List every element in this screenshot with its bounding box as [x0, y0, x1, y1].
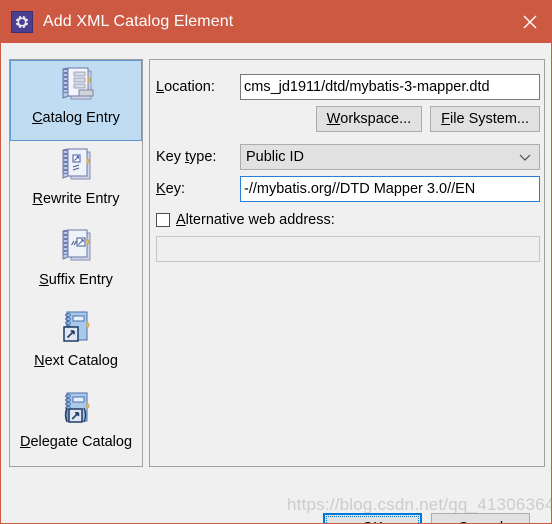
sidebar-item-delegate-catalog[interactable]: Delegate Catalog: [10, 384, 142, 465]
sidebar-item-label: Delegate Catalog: [19, 434, 133, 450]
focus-ring: [326, 516, 419, 523]
key-type-select[interactable]: Public ID: [240, 144, 540, 170]
key-input[interactable]: [240, 176, 540, 202]
dialog-footer: OK Cancel: [1, 479, 551, 524]
gear-icon: [11, 11, 33, 33]
sidebar-item-catalog-entry[interactable]: Catalog Entry: [10, 60, 142, 141]
alternative-web-address-label: Alternative web address:: [176, 212, 335, 228]
sidebar-item-label: Rewrite Entry: [32, 191, 120, 207]
key-type-selected-value: Public ID: [246, 149, 305, 165]
location-input[interactable]: [240, 74, 540, 100]
window-title: Add XML Catalog Element: [43, 13, 234, 30]
chevron-down-icon: [519, 154, 531, 161]
add-xml-catalog-element-dialog: Add XML Catalog Element Catalog Entry Re…: [0, 0, 552, 524]
key-row: Key:: [156, 176, 540, 202]
titlebar: Add XML Catalog Element: [1, 1, 551, 43]
gear-icon-glyph: [15, 15, 29, 29]
sidebar-item-label: Next Catalog: [34, 353, 118, 369]
close-button[interactable]: [507, 1, 551, 43]
file-system-button[interactable]: File System...: [430, 106, 540, 132]
location-row: Location:: [156, 74, 540, 100]
alternative-web-address-row: Alternative web address:: [156, 212, 335, 228]
cancel-button[interactable]: Cancel: [431, 513, 530, 524]
catalog-entry-form: Location: Workspace... File System... Ke…: [149, 59, 545, 467]
delegate-catalog-icon: [55, 389, 97, 433]
alternative-web-address-input[interactable]: [156, 236, 540, 262]
sidebar-item-next-catalog[interactable]: Next Catalog: [10, 303, 142, 384]
next-catalog-icon: [55, 308, 97, 352]
location-label: Location:: [156, 79, 215, 95]
dialog-content: Catalog Entry Rewrite Entry Suffix Entry…: [1, 43, 551, 524]
catalog-entry-icon: [55, 65, 97, 109]
workspace-button[interactable]: Workspace...: [315, 106, 423, 132]
key-label: Key:: [156, 181, 186, 197]
sidebar-item-label: Catalog Entry: [32, 110, 120, 126]
sidebar-item-suffix-entry[interactable]: Suffix Entry: [10, 222, 142, 303]
key-type-row: Key type: Public ID: [156, 144, 540, 170]
close-icon: [523, 15, 537, 29]
sidebar-item-label: Suffix Entry: [39, 272, 113, 288]
catalog-type-list[interactable]: Catalog Entry Rewrite Entry Suffix Entry…: [9, 59, 143, 467]
cancel-button-label: Cancel: [458, 520, 503, 524]
alternative-web-address-checkbox[interactable]: [156, 213, 170, 227]
location-browse-buttons: Workspace... File System...: [156, 106, 540, 132]
key-type-label: Key type:: [156, 149, 217, 165]
sidebar-item-rewrite-entry[interactable]: Rewrite Entry: [10, 141, 142, 222]
ok-button[interactable]: OK: [323, 513, 422, 523]
rewrite-entry-icon: [55, 146, 97, 190]
suffix-entry-icon: [55, 227, 97, 271]
